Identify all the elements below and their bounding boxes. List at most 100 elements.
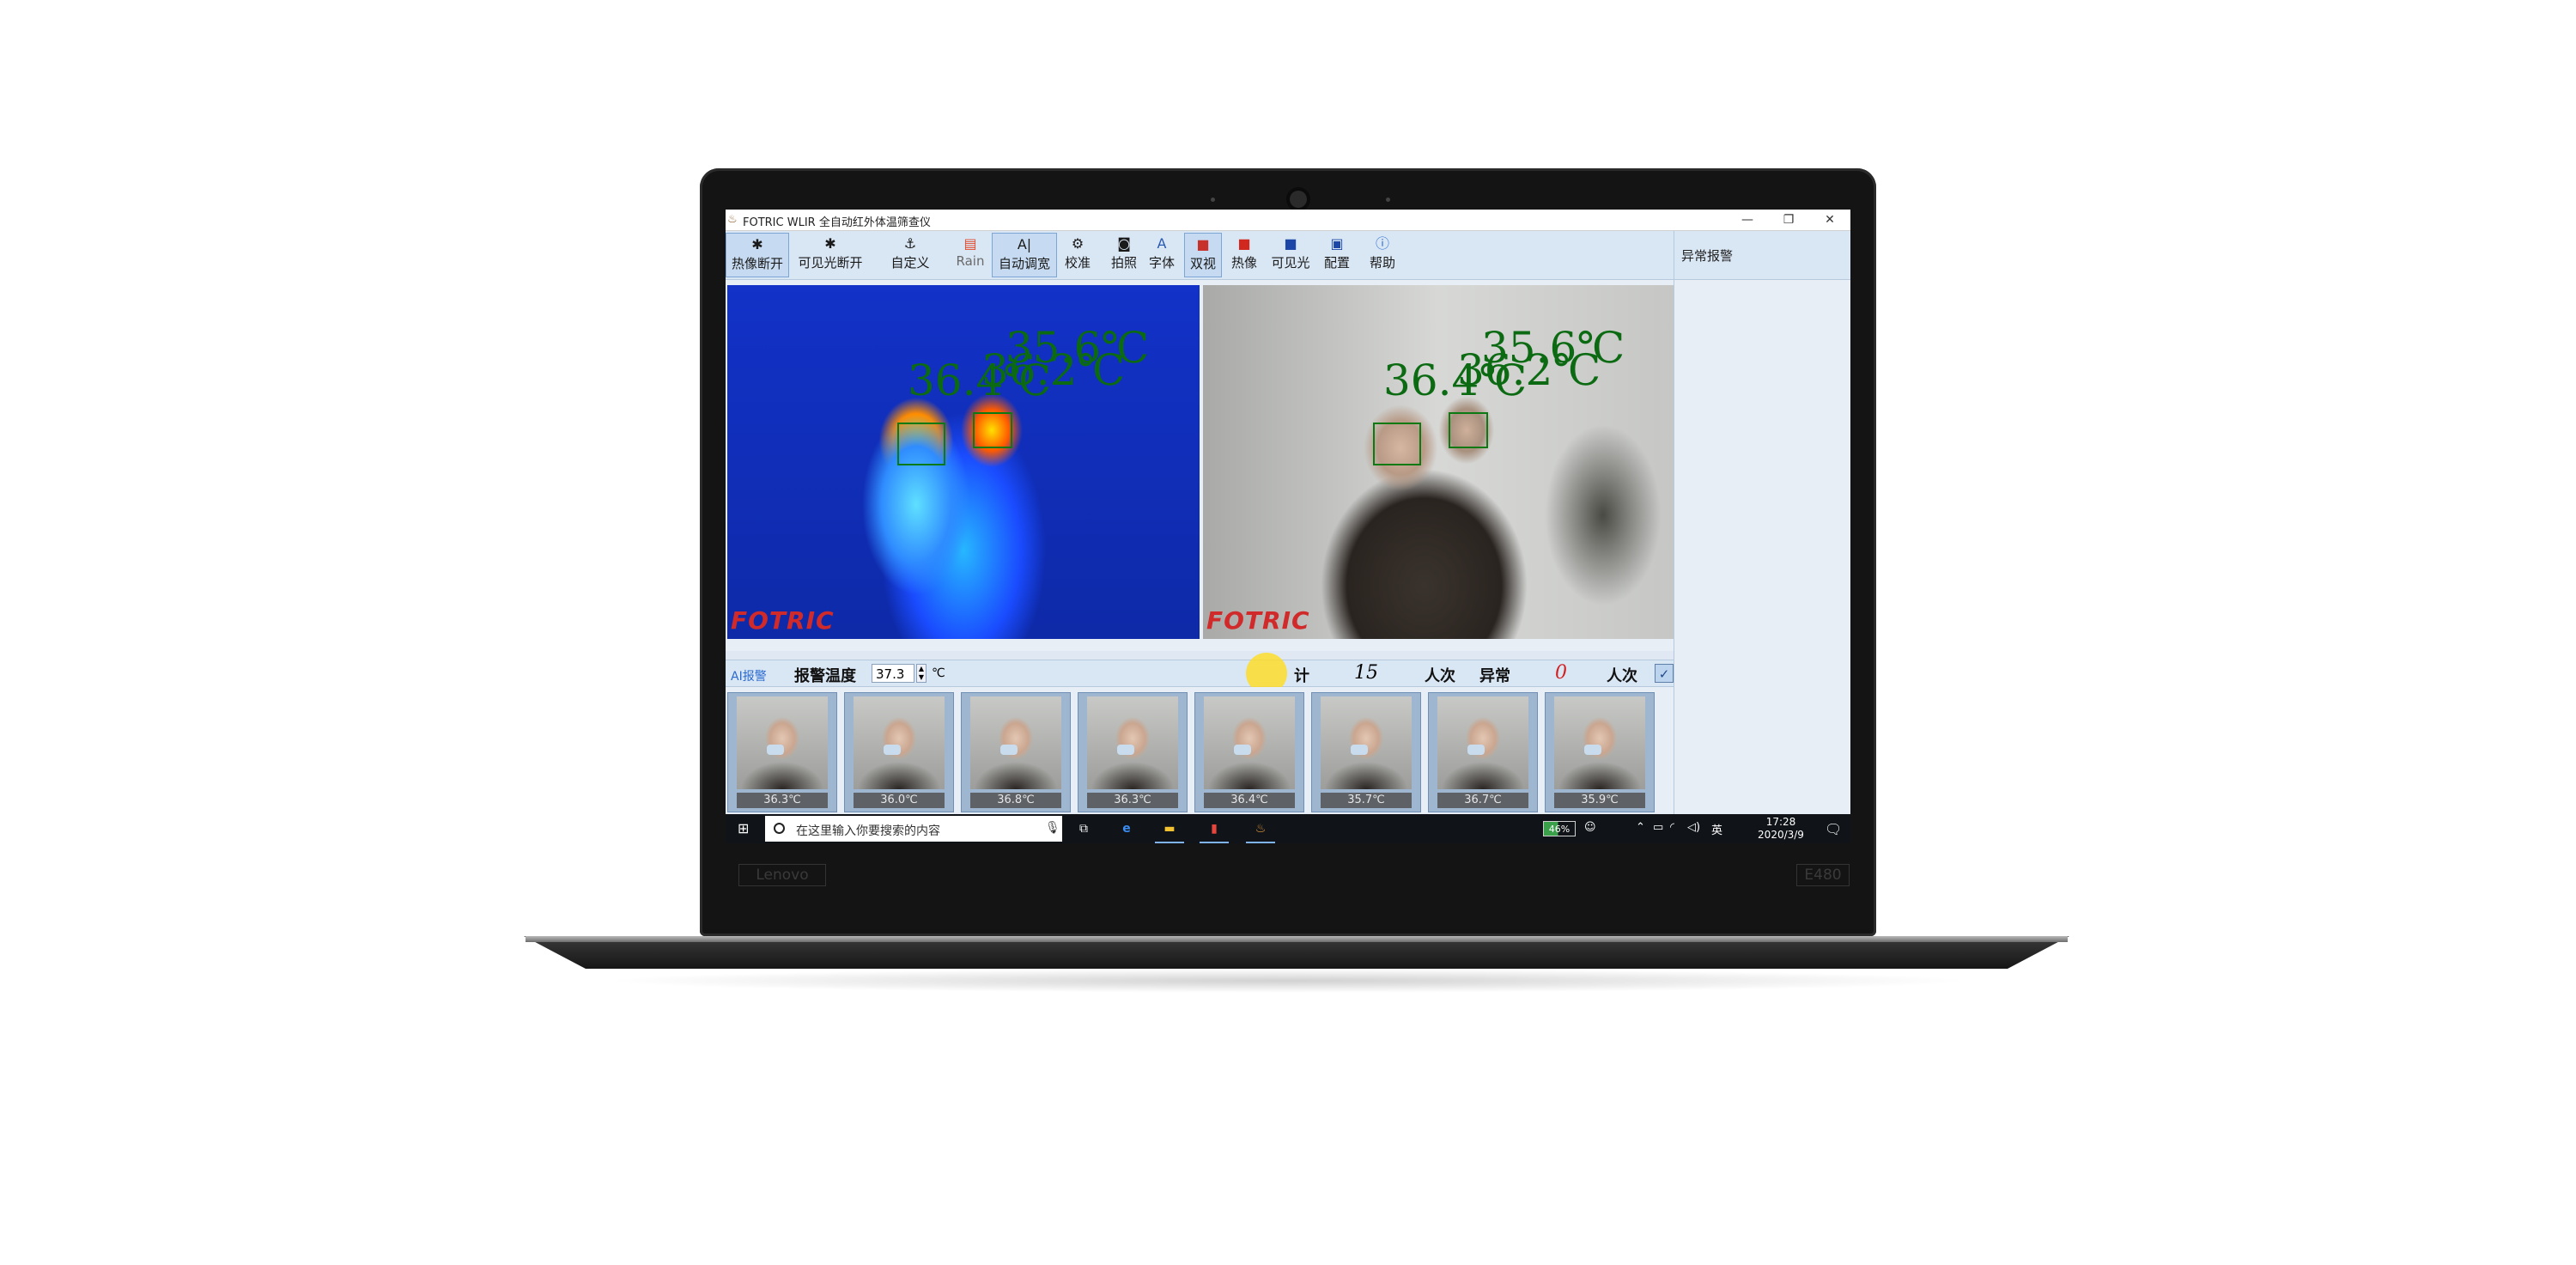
fotric-app-icon[interactable]: ♨ xyxy=(1251,819,1270,838)
config-button[interactable]: ▣ 配置 xyxy=(1318,233,1356,277)
maximize-button[interactable]: ❐ xyxy=(1768,210,1809,230)
auto-range-button[interactable]: A| 自动调宽 xyxy=(992,233,1057,277)
active-indicator xyxy=(1200,842,1229,843)
ime-indicator[interactable]: 英 xyxy=(1711,821,1722,837)
webcam xyxy=(1290,191,1307,208)
capture-temp: 36.7℃ xyxy=(1437,793,1528,808)
calibrate-button[interactable]: ⚙ 校准 xyxy=(1060,233,1095,277)
taskbar-search[interactable]: 在这里输入你要搜索的内容 🎙 xyxy=(765,816,1062,842)
capture-thumbnail[interactable]: 36.8℃ xyxy=(961,692,1071,812)
window-title: FOTRIC WLIR 全自动红外体温筛查仪 xyxy=(743,216,931,229)
people-icon[interactable]: ☺ xyxy=(1584,821,1596,834)
toolbar-label: 热像断开 xyxy=(731,256,783,271)
toolbar-label: 配置 xyxy=(1323,255,1350,271)
face-photo xyxy=(1554,696,1645,789)
laptop-shadow xyxy=(601,969,1975,993)
search-placeholder: 在这里输入你要搜索的内容 xyxy=(796,824,940,838)
task-view-icon[interactable]: ⧉ xyxy=(1074,819,1093,838)
face-photo xyxy=(737,696,828,789)
taskbar-clock[interactable]: 17:28 2020/3/9 xyxy=(1751,816,1811,842)
active-indicator xyxy=(1246,842,1275,843)
capture-thumbnail[interactable]: 36.7℃ xyxy=(1428,692,1538,812)
alarm-temp-input[interactable]: 37.3 xyxy=(872,664,914,683)
title-bar: ♨ FOTRIC WLIR 全自动红外体温筛查仪 — ❐ ✕ xyxy=(726,210,1850,231)
capture-temp: 35.9℃ xyxy=(1554,793,1645,808)
alarm-panel xyxy=(1674,280,1850,814)
chart-app-icon[interactable]: ▮ xyxy=(1205,819,1224,838)
capture-temp: 36.8℃ xyxy=(970,793,1061,808)
video-area: 36.4℃ 36.2℃ 35.6℃ FOTRIC 36.4℃ 36.2℃ 35.… xyxy=(726,280,1674,651)
capture-thumbnail[interactable]: 36.4℃ xyxy=(1194,692,1304,812)
thermal-view-icon: ■ xyxy=(1237,235,1251,252)
temp-reading: 35.6℃ xyxy=(1481,323,1625,373)
alarm-toggle-checkbox[interactable]: ✓ xyxy=(1655,664,1674,683)
notification-icon[interactable]: 🗨 xyxy=(1825,821,1842,837)
microphone-icon[interactable]: 🎙 xyxy=(1045,821,1060,835)
capture-thumbnail[interactable]: 35.7℃ xyxy=(1311,692,1421,812)
capture-button[interactable]: ◙ 拍照 xyxy=(1107,233,1141,277)
lenovo-logo: Lenovo xyxy=(738,864,826,886)
camera-icon: ◙ xyxy=(1117,235,1131,252)
face-box xyxy=(973,412,1012,448)
battery-indicator[interactable]: 46% xyxy=(1543,821,1576,836)
visible-view-icon: ■ xyxy=(1284,235,1297,252)
toolbar-label: 可见光断开 xyxy=(798,255,863,271)
edge-icon[interactable]: e xyxy=(1117,819,1136,838)
temp-reading: 35.6℃ xyxy=(1005,323,1150,373)
calibrate-icon: ⚙ xyxy=(1071,235,1084,252)
dual-view-icon: ■ xyxy=(1196,236,1210,252)
dual-view-button[interactable]: ■ 双视 xyxy=(1184,233,1222,277)
font-button[interactable]: A 字体 xyxy=(1145,233,1179,277)
face-photo xyxy=(1321,696,1412,789)
battery-tray-icon[interactable]: ▭ xyxy=(1653,821,1663,834)
close-button[interactable]: ✕ xyxy=(1809,210,1850,230)
face-box xyxy=(1449,412,1488,448)
windows-start-icon[interactable]: ⊞ xyxy=(738,822,753,836)
minimize-button[interactable]: — xyxy=(1727,210,1768,230)
visible-disconnect-button[interactable]: ✱ 可见光断开 xyxy=(793,233,868,277)
app-icon: ♨ xyxy=(727,213,738,226)
fotric-watermark: FOTRIC xyxy=(731,606,835,635)
alarm-temp-spinner[interactable]: ▲ ▼ xyxy=(916,664,927,683)
alarm-panel-header: 异常报警 xyxy=(1674,231,1850,280)
auto-range-icon: A| xyxy=(1017,236,1032,252)
capture-temp: 36.3℃ xyxy=(737,793,828,808)
volume-icon[interactable]: ◁) xyxy=(1687,821,1700,834)
sensor-dot xyxy=(1211,198,1215,202)
face-box xyxy=(1373,423,1421,465)
capture-temp: 36.0℃ xyxy=(854,793,945,808)
windows-taskbar: ⊞ 在这里输入你要搜索的内容 🎙 ⧉ e ▬ ▮ ♨ 46% ☺ ⌃ ▭ ◜ ◁… xyxy=(726,814,1850,843)
total-unit: 人次 xyxy=(1425,667,1455,685)
thermal-view-button[interactable]: ■ 热像 xyxy=(1225,233,1263,277)
toolbar-label: 字体 xyxy=(1148,255,1175,271)
help-button[interactable]: ⓘ 帮助 xyxy=(1359,233,1406,277)
active-indicator xyxy=(1155,842,1184,843)
capture-thumbnail[interactable]: 35.9℃ xyxy=(1545,692,1655,812)
fotric-watermark: FOTRIC xyxy=(1206,606,1310,635)
capture-temp: 36.3℃ xyxy=(1087,793,1178,808)
mask xyxy=(1000,745,1018,755)
toolbar-label: Rain xyxy=(956,253,985,269)
abnormal-count: 0 xyxy=(1555,662,1567,684)
thermal-view[interactable]: 36.4℃ 36.2℃ 35.6℃ FOTRIC xyxy=(727,285,1200,639)
thermal-disconnect-button[interactable]: ✱ 热像断开 xyxy=(726,233,789,277)
alarm-panel-title: 异常报警 xyxy=(1681,248,1734,264)
wifi-icon[interactable]: ◜ xyxy=(1670,821,1674,834)
capture-thumbnail[interactable]: 36.3℃ xyxy=(727,692,837,812)
ai-alarm-link[interactable]: AI报警 xyxy=(731,667,767,684)
sensor-dot xyxy=(1386,198,1390,202)
toolbar-label: 自定义 xyxy=(890,255,930,271)
clock-time: 17:28 xyxy=(1765,816,1796,828)
chevron-up-icon[interactable]: ⌃ xyxy=(1636,821,1645,834)
face-photo xyxy=(1204,696,1295,789)
capture-thumbnail[interactable]: 36.3℃ xyxy=(1078,692,1188,812)
capture-thumbnail[interactable]: 36.0℃ xyxy=(844,692,954,812)
palette-button[interactable]: ▤ Rain xyxy=(951,233,990,277)
visible-view-button[interactable]: ■ 可见光 xyxy=(1267,233,1315,277)
monitor-config-icon: ▣ xyxy=(1330,235,1344,252)
clock-date: 2020/3/9 xyxy=(1758,829,1804,841)
visible-view[interactable]: 36.4℃ 36.2℃ 35.6℃ FOTRIC xyxy=(1203,285,1674,639)
custom-button[interactable]: ⚓ 自定义 xyxy=(884,233,937,277)
file-explorer-icon[interactable]: ▬ xyxy=(1160,819,1179,838)
anchor-icon: ⚓ xyxy=(903,235,917,252)
